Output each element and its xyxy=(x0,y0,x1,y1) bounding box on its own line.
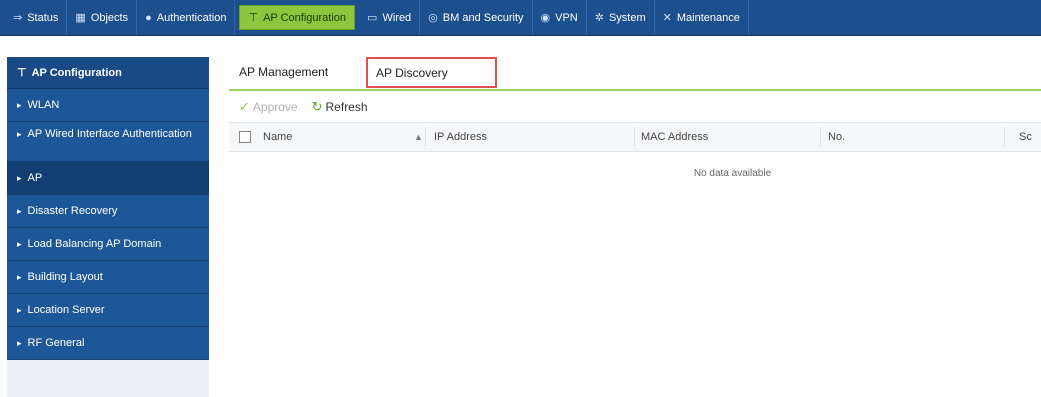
sidebar-item-label: Load Balancing AP Domain xyxy=(27,238,162,250)
chevron-right-icon: ▸ xyxy=(17,129,22,139)
sidebar-item-building-layout[interactable]: ▸ Building Layout xyxy=(7,261,209,294)
chevron-right-icon: ▸ xyxy=(17,172,22,183)
approve-label: Approve xyxy=(252,99,298,114)
sidebar-title: AP Configuration xyxy=(31,66,122,79)
refresh-button[interactable]: ↻ Refresh xyxy=(312,99,368,115)
col-no[interactable]: No. xyxy=(828,123,845,151)
sidebar-item-location-server[interactable]: ▸ Location Server xyxy=(7,294,209,327)
vpn-icon: ◉ xyxy=(540,12,551,24)
sidebar-item-load-balancing-ap-domain[interactable]: ▸ Load Balancing AP Domain xyxy=(7,228,209,261)
user-icon: ● xyxy=(145,11,152,24)
col-ip-address[interactable]: IP Address xyxy=(434,123,487,151)
tab-objects[interactable]: ▦ Objects xyxy=(67,0,138,35)
tab-label: VPN xyxy=(555,11,578,24)
tab-label: AP Configuration xyxy=(263,11,347,24)
tab-bm-and-security[interactable]: ◎ BM and Security xyxy=(420,0,533,35)
sidebar-item-disaster-recovery[interactable]: ▸ Disaster Recovery xyxy=(7,195,209,228)
tab-vpn[interactable]: ◉ VPN xyxy=(533,0,587,35)
approve-button[interactable]: ✓ Approve xyxy=(239,99,298,115)
sidebar-item-rf-general[interactable]: ▸ RF General xyxy=(7,327,209,360)
objects-icon: ▦ xyxy=(75,12,86,24)
sidebar-item-ap[interactable]: ▸ AP xyxy=(7,162,209,195)
tab-label: Wired xyxy=(382,11,412,24)
tab-ap-configuration[interactable]: ⊤ AP Configuration xyxy=(239,5,356,30)
tab-status[interactable]: ⇒ Status xyxy=(5,0,68,35)
refresh-icon: ↻ xyxy=(311,98,323,114)
chevron-right-icon: ▸ xyxy=(17,238,22,249)
chevron-right-icon: ▸ xyxy=(17,205,22,216)
empty-message: No data available xyxy=(693,168,772,179)
sidebar-item-label: AP Wired Interface Authentication xyxy=(27,128,192,140)
sidebar: ⊤ AP Configuration ▸ WLAN ▸ AP Wired Interf… xyxy=(7,57,209,397)
toolbar: ✓ Approve ↻ Refresh xyxy=(229,91,1041,122)
maintenance-icon: ✕ xyxy=(662,12,672,24)
sidebar-item-wlan[interactable]: ▸ WLAN xyxy=(7,89,209,122)
tab-label: Status xyxy=(27,11,59,24)
ap-icon: ⊤ xyxy=(17,67,27,79)
select-all-checkbox[interactable] xyxy=(239,123,251,151)
sidebar-item-label: AP xyxy=(27,172,43,184)
tab-label: Authentication xyxy=(156,11,227,24)
tab-authentication[interactable]: ● Authentication xyxy=(137,0,236,35)
chevron-right-icon: ▸ xyxy=(17,99,22,110)
tab-ap-discovery[interactable]: AP Discovery xyxy=(366,57,497,88)
tab-label: Maintenance xyxy=(676,11,740,24)
chevron-right-icon: ▸ xyxy=(17,271,22,282)
subtab-bar: AP Management AP Discovery xyxy=(229,57,1041,91)
sidebar-item-label: WLAN xyxy=(27,99,60,111)
chevron-right-icon: ▸ xyxy=(17,304,22,315)
col-name[interactable]: Name xyxy=(263,123,292,151)
sort-asc-icon[interactable]: ▲ xyxy=(414,123,423,151)
tab-maintenance[interactable]: ✕ Maintenance xyxy=(655,0,749,35)
sidebar-header: ⊤ AP Configuration xyxy=(7,57,209,89)
sidebar-item-label: RF General xyxy=(27,337,85,349)
system-icon: ✲ xyxy=(594,12,604,24)
tab-label: BM and Security xyxy=(442,11,524,24)
status-icon: ⇒ xyxy=(13,12,23,24)
refresh-label: Refresh xyxy=(325,99,368,114)
col-sc[interactable]: Sc xyxy=(1019,123,1032,151)
check-icon: ✓ xyxy=(239,98,250,114)
chevron-right-icon: ▸ xyxy=(17,337,22,348)
ap-icon: ⊤ xyxy=(248,12,259,24)
tab-ap-management[interactable]: AP Management xyxy=(239,57,328,87)
security-icon: ◎ xyxy=(428,12,438,24)
sidebar-item-ap-wired-interface-authentication[interactable]: ▸ AP Wired Interface Authentication xyxy=(7,122,209,162)
sidebar-item-label: Building Layout xyxy=(27,271,103,283)
sidebar-item-label: Location Server xyxy=(27,304,105,316)
col-mac-address[interactable]: MAC Address xyxy=(641,123,708,151)
tab-label: Objects xyxy=(90,11,129,24)
main-content: AP Management AP Discovery ✓ Approve ↻ R… xyxy=(229,57,1041,179)
top-navigation: ⇒ Status ▦ Objects ● Authentication ⊤ AP Config… xyxy=(0,0,1041,36)
grid-header: Name ▲ IP Address MAC Address No. Sc xyxy=(229,122,1041,152)
tab-system[interactable]: ✲ System xyxy=(587,0,655,35)
tab-label: System xyxy=(608,11,646,24)
wired-icon: ▭ xyxy=(367,12,378,24)
sidebar-item-label: Disaster Recovery xyxy=(27,205,118,217)
tab-wired[interactable]: ▭ Wired xyxy=(359,0,421,35)
